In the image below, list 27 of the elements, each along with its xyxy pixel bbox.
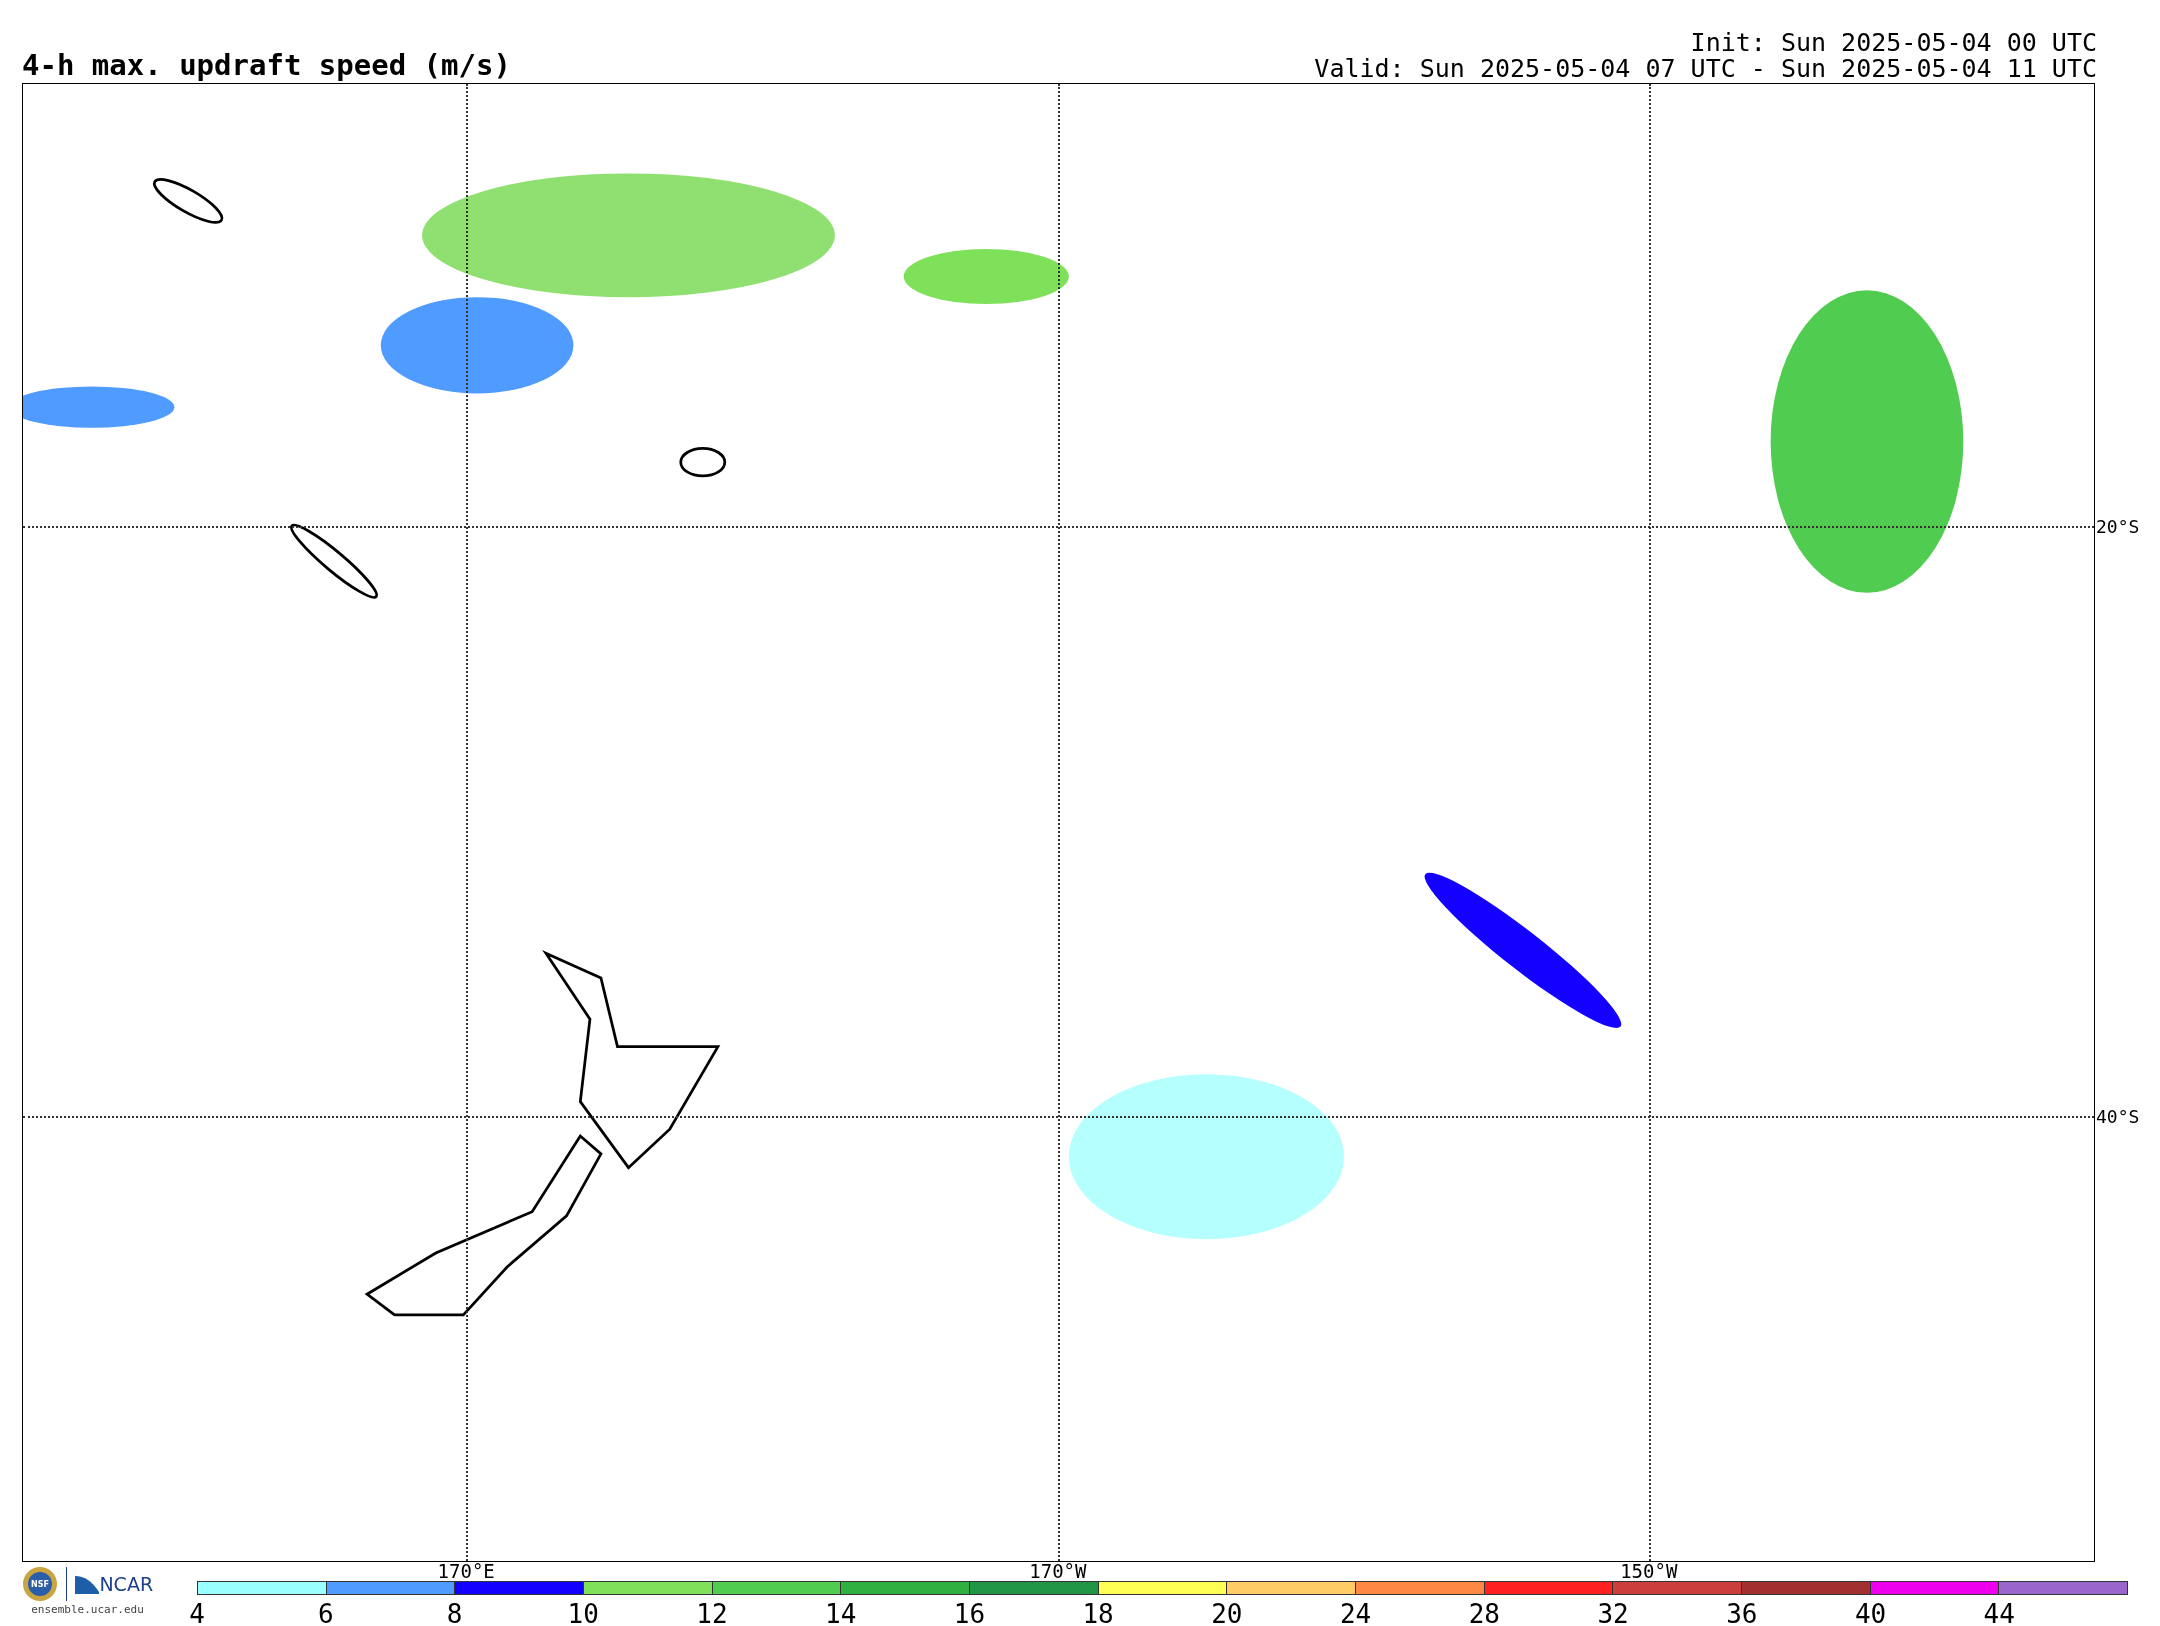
- colorbar-label: 6: [317, 1601, 334, 1626]
- ncar-logo-icon: [75, 1574, 100, 1594]
- colorbar-label: 8: [446, 1601, 463, 1626]
- logo-text: NCAR: [99, 1571, 154, 1597]
- colorbar-label: 4: [189, 1601, 205, 1626]
- longitude-label: 150°W: [1620, 1561, 1678, 1582]
- init-time: Init: Sun 2025-05-04 00 UTC: [1689, 29, 2097, 56]
- colorbar-label: 20: [1211, 1601, 1243, 1626]
- longitude-label: 170°E: [437, 1561, 495, 1582]
- latitude-label: 20°S: [2095, 514, 2140, 539]
- colorbar-label: 24: [1339, 1601, 1372, 1626]
- colorbar-label: 40: [1854, 1601, 1887, 1626]
- map-title: 4-h max. updraft speed (m/s): [22, 50, 511, 82]
- colorbar-label: 12: [696, 1601, 728, 1626]
- colorbar-label: 44: [1983, 1601, 2015, 1626]
- valid-time-range: Valid: Sun 2025-05-04 07 UTC - Sun 2025-05-04 11 UTC: [1314, 55, 2097, 82]
- colorbar-label: 14: [825, 1601, 857, 1626]
- seal-text: NSF: [30, 1580, 49, 1589]
- latitude-label: 40°S: [2095, 1104, 2140, 1129]
- longitude-label: 170°W: [1029, 1561, 1087, 1582]
- colorbar-label: 36: [1726, 1601, 1758, 1626]
- colorbar-label: 28: [1468, 1601, 1500, 1626]
- colorbar-label: 18: [1082, 1601, 1114, 1626]
- colorbar-label: 16: [953, 1601, 986, 1626]
- colorbar-label: 10: [567, 1601, 599, 1626]
- website-url: ensemble.ucar.edu: [31, 1602, 144, 1618]
- colorbar-label: 32: [1597, 1601, 1629, 1626]
